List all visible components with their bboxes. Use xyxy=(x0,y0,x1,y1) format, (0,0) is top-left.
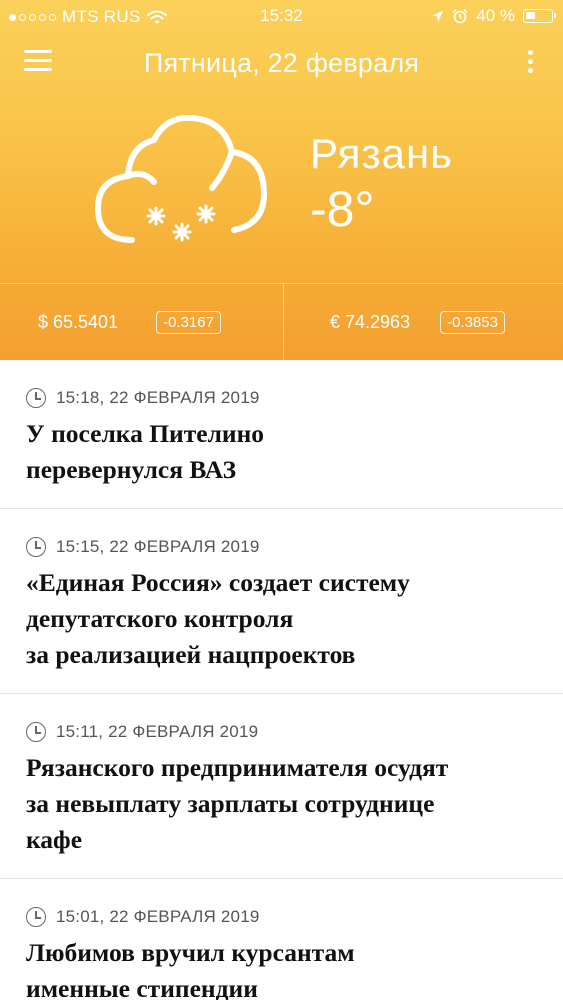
news-title-line: Любимов вручил курсантам xyxy=(26,938,355,967)
news-title-line: Рязанского предпринимателя осудят xyxy=(26,753,449,782)
news-title: У поселка Пителино перевернулся ВАЗ xyxy=(26,416,537,488)
eur-rate-value: € 74.2963 xyxy=(330,312,411,332)
battery-icon xyxy=(523,9,556,23)
news-title-line: У поселка Пителино xyxy=(26,419,265,448)
clock-icon xyxy=(26,722,46,742)
news-meta: 15:15, 22 ФЕВРАЛЯ 2019 xyxy=(26,537,537,557)
usd-rate-change: -0.3167 xyxy=(156,311,221,334)
battery-percent: 40 % xyxy=(476,6,515,25)
news-item[interactable]: 15:01, 22 ФЕВРАЛЯ 2019 Любимов вручил ку… xyxy=(0,879,563,1000)
rates-divider xyxy=(0,283,563,284)
news-item[interactable]: 15:11, 22 ФЕВРАЛЯ 2019 Рязанского предпр… xyxy=(0,694,563,879)
news-meta: 15:11, 22 ФЕВРАЛЯ 2019 xyxy=(26,722,537,742)
city-name: Рязань xyxy=(310,130,454,177)
news-meta: 15:18, 22 ФЕВРАЛЯ 2019 xyxy=(26,388,537,408)
usd-rate[interactable]: $ 65.5401 -0.3167 xyxy=(38,311,221,334)
clock-icon xyxy=(26,907,46,927)
news-title-line: именные стипендии xyxy=(26,974,258,1000)
news-title-line: депутатского контроля xyxy=(26,604,294,633)
news-title: Рязанского предпринимателя осудят за нев… xyxy=(26,750,537,858)
news-item[interactable]: 15:18, 22 ФЕВРАЛЯ 2019 У поселка Пителин… xyxy=(0,360,563,509)
clock-icon xyxy=(26,388,46,408)
location-arrow-icon xyxy=(432,10,444,22)
cloud-snow-icon xyxy=(95,114,267,243)
alarm-icon xyxy=(453,8,468,24)
news-time: 15:01, 22 ФЕВРАЛЯ 2019 xyxy=(56,907,260,926)
clock-icon xyxy=(26,537,46,557)
status-bar: MTS RUS 15:32 40 % xyxy=(0,0,563,34)
weather-header: MTS RUS 15:32 40 % Пятница, 22 февраля Р… xyxy=(0,0,563,360)
news-list: 15:18, 22 ФЕВРАЛЯ 2019 У поселка Пителин… xyxy=(0,360,563,1000)
rates-separator xyxy=(283,284,284,360)
news-title-line: «Единая Россия» создает систему xyxy=(26,568,410,597)
news-time: 15:11, 22 ФЕВРАЛЯ 2019 xyxy=(56,722,259,741)
status-right: 40 % xyxy=(431,6,556,26)
news-title-line: перевернулся ВАЗ xyxy=(26,455,237,484)
news-title: Любимов вручил курсантам именные стипенд… xyxy=(26,935,537,1000)
news-title-line: за невыплату зарплаты сотруднице xyxy=(26,789,435,818)
news-title: «Единая Россия» создает систему депутатс… xyxy=(26,565,537,673)
news-meta: 15:01, 22 ФЕВРАЛЯ 2019 xyxy=(26,907,537,927)
vertical-dots-icon[interactable] xyxy=(525,50,535,76)
news-title-line: за реализацией нацпроектов xyxy=(26,640,356,669)
usd-rate-value: $ 65.5401 xyxy=(38,312,119,332)
eur-rate[interactable]: € 74.2963 -0.3853 xyxy=(330,311,505,334)
news-item[interactable]: 15:15, 22 ФЕВРАЛЯ 2019 «Единая Россия» с… xyxy=(0,509,563,694)
top-bar: Пятница, 22 февраля xyxy=(0,40,563,86)
news-time: 15:15, 22 ФЕВРАЛЯ 2019 xyxy=(56,537,260,556)
temperature: -8° xyxy=(310,181,375,237)
eur-rate-change: -0.3853 xyxy=(440,311,505,334)
news-title-line: кафе xyxy=(26,825,83,854)
news-time: 15:18, 22 ФЕВРАЛЯ 2019 xyxy=(56,388,260,407)
date-title: Пятница, 22 февраля xyxy=(143,48,420,78)
battery-fill xyxy=(526,12,535,19)
